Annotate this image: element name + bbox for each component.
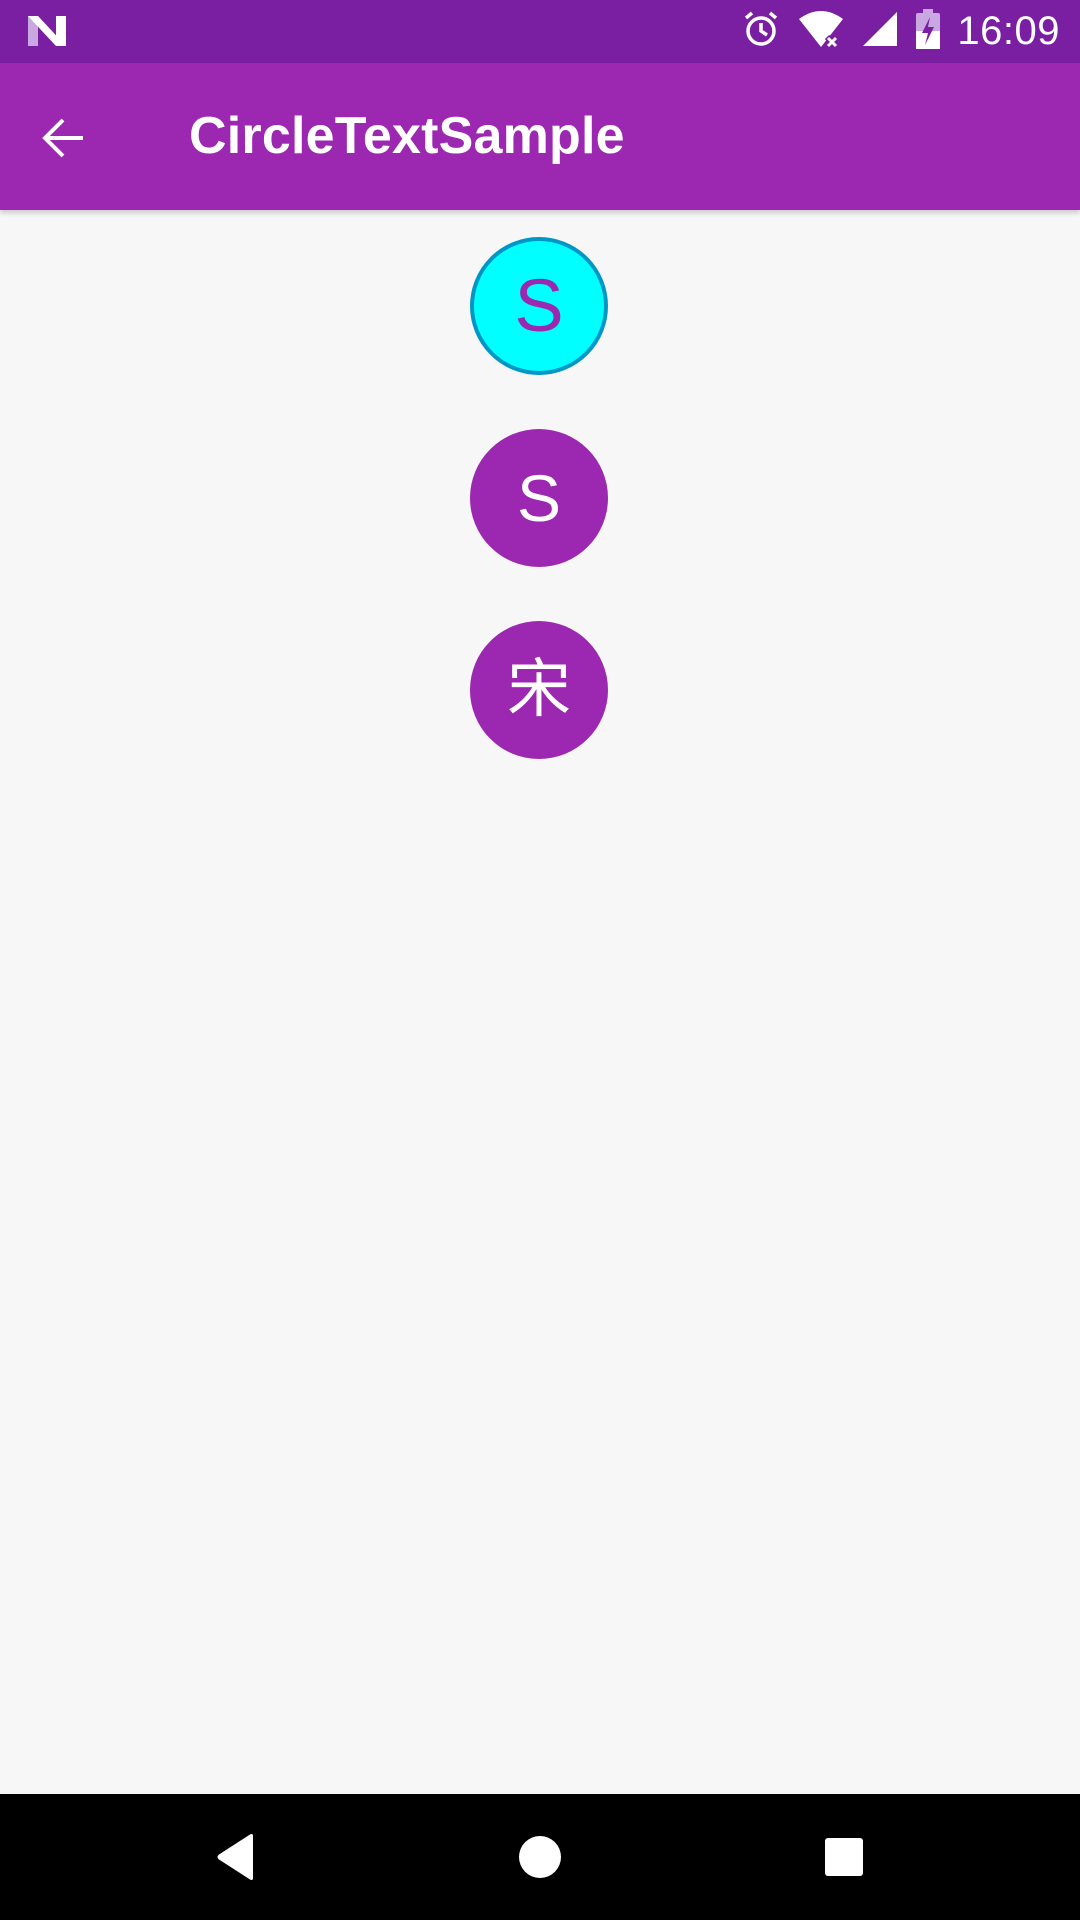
- status-icons: 16:09: [741, 0, 1060, 63]
- circle-text-view-filled[interactable]: S: [470, 429, 608, 567]
- circle-text: S: [516, 461, 562, 535]
- status-bar: 16:09: [0, 0, 1080, 63]
- nav-back-button[interactable]: [194, 1815, 278, 1899]
- back-button[interactable]: [30, 105, 96, 171]
- nav-back-icon: [217, 1834, 253, 1880]
- circle-text-view-chinese[interactable]: 宋: [470, 621, 608, 759]
- nav-recents-button[interactable]: [802, 1815, 886, 1899]
- nav-home-icon: [519, 1836, 561, 1878]
- battery-charging-icon: [915, 9, 941, 54]
- nav-recents-icon: [825, 1838, 863, 1876]
- circle-text: 宋: [507, 653, 571, 727]
- circle-text: S: [514, 264, 564, 347]
- status-time: 16:09: [957, 9, 1060, 53]
- wifi-no-internet-icon: [797, 9, 845, 54]
- screen: 16:09 CircleTextSample S S 宋: [0, 0, 1080, 1920]
- page-title: CircleTextSample: [189, 107, 625, 165]
- navigation-bar: [0, 1794, 1080, 1920]
- cell-signal-icon: [861, 10, 899, 53]
- content-area: S S 宋: [0, 210, 1080, 1794]
- arrow-back-icon: [42, 118, 83, 158]
- circle-text-view-bordered[interactable]: S: [470, 237, 608, 375]
- nav-home-button[interactable]: [498, 1815, 582, 1899]
- app-bar: CircleTextSample: [0, 63, 1080, 210]
- notification-n-icon: [26, 12, 68, 50]
- alarm-clock-icon: [741, 9, 781, 54]
